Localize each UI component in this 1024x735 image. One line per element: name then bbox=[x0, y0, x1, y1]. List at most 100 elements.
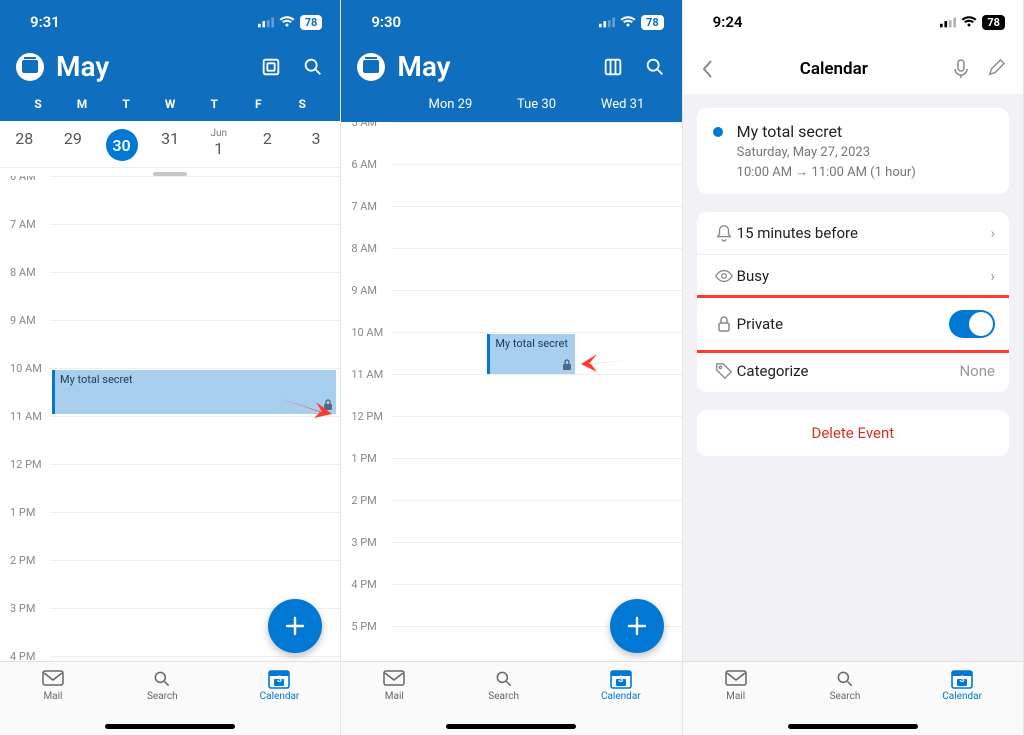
month-title[interactable]: May bbox=[397, 50, 450, 83]
home-indicator[interactable] bbox=[446, 724, 576, 729]
status-row[interactable]: Busy › bbox=[697, 255, 1009, 298]
hour-label: 9 AM bbox=[341, 284, 391, 326]
mail-icon bbox=[383, 670, 405, 688]
battery-icon: 78 bbox=[982, 15, 1005, 30]
hour-label: 3 PM bbox=[0, 602, 50, 650]
private-row[interactable]: Private bbox=[697, 295, 1009, 353]
chevron-right-icon: › bbox=[990, 224, 995, 242]
nav-mail[interactable]: Mail bbox=[41, 668, 65, 702]
hour-label: 1 PM bbox=[0, 506, 50, 554]
date-cell[interactable]: 3 bbox=[296, 129, 336, 148]
new-event-fab[interactable] bbox=[610, 599, 664, 653]
nav-search[interactable]: Search bbox=[830, 668, 861, 702]
reminder-row[interactable]: 15 minutes before › bbox=[697, 212, 1009, 255]
hour-label: 11 AM bbox=[0, 410, 50, 458]
nav-label: Search bbox=[147, 691, 178, 702]
event-summary-card[interactable]: My total secret Saturday, May 27, 2023 1… bbox=[697, 108, 1009, 194]
nav-calendar[interactable]: 3 Calendar bbox=[601, 668, 641, 702]
hour-label: 3 PM bbox=[341, 536, 391, 578]
search-icon[interactable] bbox=[302, 56, 324, 78]
event-title: My total secret bbox=[60, 373, 133, 386]
day-view-icon[interactable] bbox=[260, 56, 282, 78]
battery-icon: 78 bbox=[641, 15, 664, 30]
bottom-nav: Mail Search 3 Calendar bbox=[0, 661, 340, 735]
search-icon bbox=[494, 669, 514, 689]
back-icon[interactable] bbox=[701, 59, 715, 79]
calendar-header: May Mon 29 Tue 30 Wed 31 bbox=[341, 44, 681, 122]
nav-calendar[interactable]: 3 Calendar bbox=[260, 668, 300, 702]
date-cell[interactable]: 2 bbox=[247, 129, 287, 148]
signal-icon bbox=[599, 16, 615, 28]
private-toggle[interactable] bbox=[949, 310, 995, 338]
date-cell[interactable]: 31 bbox=[150, 129, 190, 148]
lock-icon bbox=[562, 359, 572, 371]
new-event-fab[interactable] bbox=[268, 599, 322, 653]
chevron-right-icon: › bbox=[990, 267, 995, 285]
date-cell[interactable]: Jun1 bbox=[199, 129, 239, 158]
status-time: 9:30 bbox=[371, 13, 401, 31]
hour-label: 4 PM bbox=[341, 578, 391, 620]
event-block[interactable]: My total secret bbox=[487, 334, 575, 374]
calendar-badge: 3 bbox=[609, 675, 633, 685]
date-picker-row[interactable]: 28 29 30 31 Jun1 2 3 bbox=[0, 121, 340, 168]
hour-label: 8 AM bbox=[341, 242, 391, 284]
search-icon bbox=[152, 669, 172, 689]
home-indicator[interactable] bbox=[105, 724, 235, 729]
nav-label: Calendar bbox=[260, 691, 300, 702]
detail-body: My total secret Saturday, May 27, 2023 1… bbox=[683, 94, 1023, 735]
weekday: M bbox=[62, 97, 102, 111]
hour-label: 7 AM bbox=[0, 218, 50, 266]
hour-label: 6 AM bbox=[341, 158, 391, 200]
day-col[interactable]: Mon 29 bbox=[407, 97, 493, 112]
nav-label: Calendar bbox=[942, 691, 982, 702]
weekday: W bbox=[150, 97, 190, 111]
calendar-badge: 3 bbox=[950, 675, 974, 685]
eye-icon bbox=[715, 269, 733, 283]
day-col[interactable]: Tue 30 bbox=[493, 97, 579, 112]
delete-event-button[interactable]: Delete Event bbox=[697, 410, 1009, 456]
nav-search[interactable]: Search bbox=[488, 668, 519, 702]
wifi-icon bbox=[279, 16, 295, 28]
plus-icon bbox=[283, 614, 307, 638]
panel-3day-view: 9:30 78 May Mon 29 Tue 30 Wed 31 5 AM bbox=[341, 0, 682, 735]
nav-mail[interactable]: Mail bbox=[724, 668, 748, 702]
signal-icon bbox=[940, 16, 956, 28]
nav-calendar[interactable]: 3 Calendar bbox=[942, 668, 982, 702]
search-icon[interactable] bbox=[644, 56, 666, 78]
hour-label: 6 AM bbox=[0, 176, 50, 218]
reminder-label: 15 minutes before bbox=[737, 224, 991, 242]
day-columns-header: Mon 29 Tue 30 Wed 31 bbox=[357, 97, 665, 112]
app-logo-icon[interactable] bbox=[357, 53, 385, 81]
panel-event-detail: 9:24 78 Calendar My total secret Saturda… bbox=[683, 0, 1024, 735]
hour-label: 7 AM bbox=[341, 200, 391, 242]
app-logo-icon[interactable] bbox=[16, 53, 44, 81]
edit-icon[interactable] bbox=[987, 59, 1005, 77]
bell-icon bbox=[715, 224, 733, 242]
nav-mail[interactable]: Mail bbox=[382, 668, 406, 702]
event-date: Saturday, May 27, 2023 bbox=[737, 145, 993, 160]
month-title[interactable]: May bbox=[56, 50, 109, 83]
date-cell-selected[interactable]: 30 bbox=[102, 129, 142, 161]
hour-label: 2 PM bbox=[341, 494, 391, 536]
status-label: Busy bbox=[737, 267, 991, 285]
day-col[interactable]: Wed 31 bbox=[580, 97, 666, 112]
calendar-header: May S M T W T F S bbox=[0, 44, 340, 121]
mic-icon[interactable] bbox=[953, 59, 969, 79]
nav-search[interactable]: Search bbox=[147, 668, 178, 702]
status-bar: 9:31 78 bbox=[0, 0, 340, 44]
3day-view-icon[interactable] bbox=[602, 56, 624, 78]
status-icons: 78 bbox=[940, 15, 1005, 30]
date-cell[interactable]: 28 bbox=[4, 129, 44, 148]
nav-label: Mail bbox=[726, 691, 745, 702]
mail-icon bbox=[42, 670, 64, 688]
event-time: 10:00 AM → 11:00 AM (1 hour) bbox=[737, 164, 993, 180]
home-indicator[interactable] bbox=[788, 724, 918, 729]
tag-icon bbox=[715, 362, 733, 380]
event-title: My total secret bbox=[495, 337, 568, 350]
hour-label: 12 PM bbox=[0, 458, 50, 506]
bottom-nav: Mail Search 3 Calendar bbox=[341, 661, 681, 735]
nav-label: Search bbox=[830, 691, 861, 702]
date-cell[interactable]: 29 bbox=[53, 129, 93, 148]
categorize-row[interactable]: Categorize None bbox=[697, 350, 1009, 392]
categorize-value: None bbox=[959, 362, 995, 380]
